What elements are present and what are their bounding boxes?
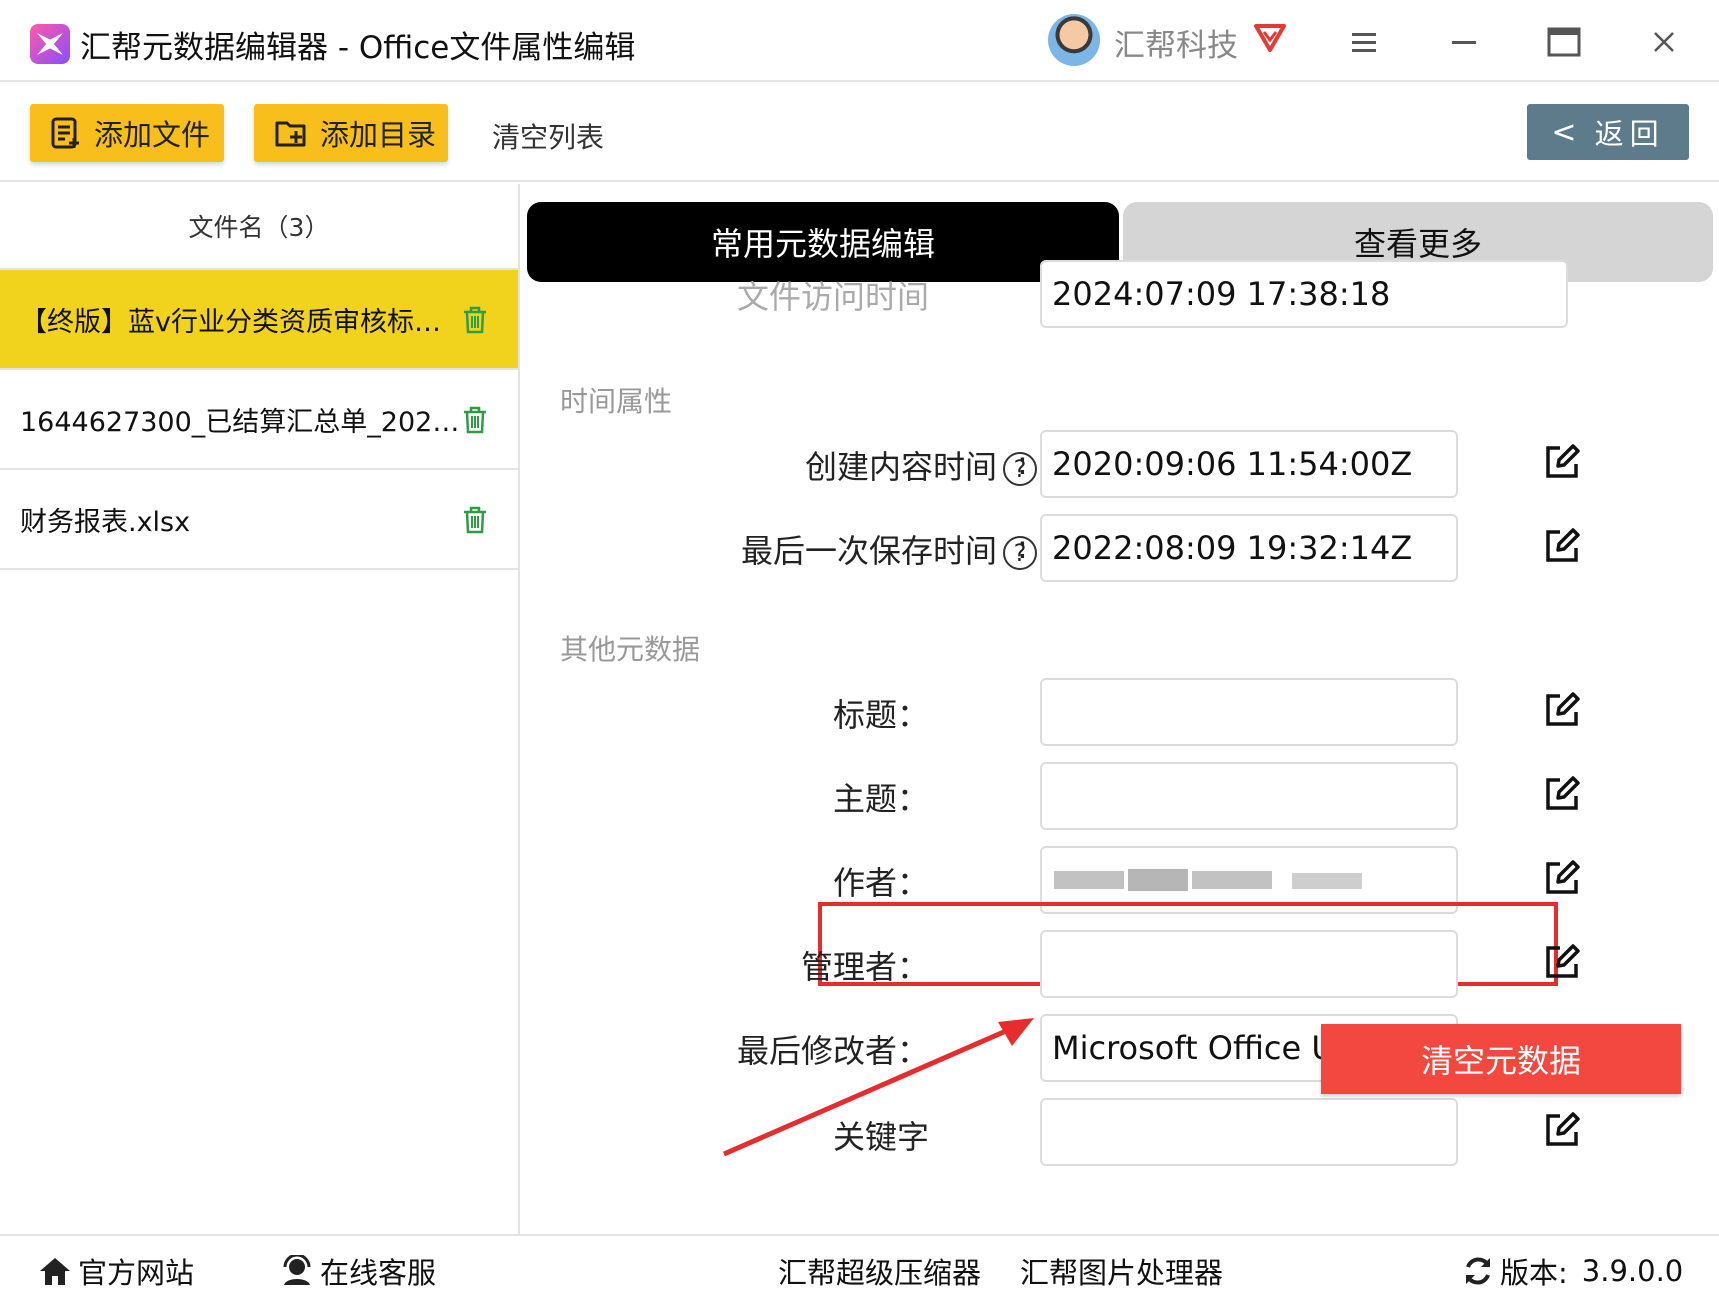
title-label: 标题：	[832, 696, 929, 734]
close-icon	[1654, 32, 1674, 52]
minimize-icon	[1452, 41, 1476, 44]
hamburger-icon	[1352, 33, 1376, 52]
access-time-field[interactable]: 2024:07:09 17:38:18	[1040, 260, 1568, 328]
home-icon	[40, 1258, 70, 1285]
tab-common-metadata[interactable]: 常用元数据编辑	[527, 202, 1119, 282]
toolbar: 添加文件 添加目录 清空列表 < 返回	[0, 84, 1719, 182]
clear-list-button[interactable]: 清空列表	[492, 116, 604, 156]
file-name: 【终版】蓝v行业分类资质审核标准-2024.xlsx	[20, 306, 460, 338]
time-section-title: 时间属性	[560, 385, 673, 418]
file-list-panel: 文件名（3） 【终版】蓝v行业分类资质审核标准-2024.xlsx 164462…	[0, 184, 520, 1234]
back-label: 返回	[1594, 117, 1665, 151]
trash-icon[interactable]	[462, 306, 488, 334]
version-label: 版本:	[1500, 1256, 1568, 1290]
edit-icon[interactable]	[1542, 774, 1582, 814]
add-file-label: 添加文件	[94, 118, 211, 152]
version-info: 版本: 3.9.0.0	[1462, 1250, 1683, 1292]
vip-diamond-icon[interactable]	[1252, 22, 1288, 54]
edit-icon[interactable]	[1542, 942, 1582, 982]
edit-icon[interactable]	[1542, 526, 1582, 566]
last-saved-time-colon: :	[1017, 528, 1028, 566]
created-time-colon: :	[1017, 444, 1028, 482]
title-bar: 汇帮元数据编辑器 - Office文件属性编辑 汇帮科技	[0, 0, 1719, 82]
add-directory-label: 添加目录	[320, 118, 437, 152]
online-support-link[interactable]: 在线客服	[280, 1250, 436, 1292]
customer-service-icon	[283, 1255, 311, 1285]
compressor-link[interactable]: 汇帮超级压缩器	[778, 1250, 981, 1292]
app-logo-icon	[30, 24, 70, 64]
created-time-label-text: 创建内容时间	[804, 448, 997, 486]
version-number: 3.9.0.0	[1581, 1254, 1684, 1288]
keywords-field[interactable]	[1040, 1098, 1458, 1166]
add-folder-icon	[275, 121, 306, 147]
created-time-field[interactable]: 2020:09:06 11:54:00Z	[1040, 430, 1458, 498]
maximize-icon	[1547, 27, 1581, 57]
user-name[interactable]: 汇帮科技	[1114, 20, 1238, 65]
add-directory-button[interactable]: 添加目录	[254, 104, 448, 162]
author-label: 作者：	[832, 864, 929, 902]
image-tool-link[interactable]: 汇帮图片处理器	[1020, 1250, 1223, 1292]
back-button[interactable]: < 返回	[1527, 104, 1689, 160]
minimize-button[interactable]	[1442, 20, 1486, 64]
title-field[interactable]	[1040, 678, 1458, 746]
file-list-header: 文件名（3）	[0, 184, 518, 270]
access-time-label: 文件访问时间	[736, 278, 929, 316]
created-time-label: 创建内容时间?	[805, 442, 1037, 488]
trash-icon[interactable]	[462, 406, 488, 434]
online-support-label: 在线客服	[320, 1256, 437, 1290]
maximize-button[interactable]	[1542, 20, 1586, 64]
last-saved-time-label: 最后一次保存时间?	[741, 526, 1037, 572]
file-row[interactable]: 1644627300_已结算汇总单_2024.xlsx	[0, 370, 518, 470]
edit-icon[interactable]	[1542, 858, 1582, 898]
clear-metadata-button[interactable]: 清空元数据	[1321, 1024, 1681, 1094]
window-title: 汇帮元数据编辑器 - Office文件属性编辑	[80, 30, 636, 66]
last-saved-time-label-text: 最后一次保存时间	[740, 532, 997, 570]
keywords-label: 关键字	[832, 1118, 929, 1156]
last-saved-time-field[interactable]: 2022:08:09 19:32:14Z	[1040, 514, 1458, 582]
official-website-label: 官方网站	[78, 1256, 195, 1290]
metadata-editor-panel: 常用元数据编辑 查看更多 文件访问时间 2024:07:09 17:38:18 …	[522, 184, 1719, 1234]
manager-label: 管理者：	[800, 948, 929, 986]
manager-field[interactable]	[1040, 930, 1458, 998]
footer-bar: 官方网站 在线客服 汇帮超级压缩器 汇帮图片处理器 版本: 3.9.0.0	[0, 1234, 1719, 1299]
last-modifier-label: 最后修改者：	[736, 1032, 929, 1070]
edit-icon[interactable]	[1542, 442, 1582, 482]
redacted-author-value	[1054, 869, 1362, 891]
edit-icon[interactable]	[1542, 690, 1582, 730]
add-file-button[interactable]: 添加文件	[30, 104, 224, 162]
chevron-left-icon: <	[1551, 114, 1577, 150]
app-window: 汇帮元数据编辑器 - Office文件属性编辑 汇帮科技 添加文件 添加目录 清…	[0, 0, 1719, 1299]
close-button[interactable]	[1642, 20, 1686, 64]
add-file-icon	[51, 117, 79, 149]
refresh-icon[interactable]	[1462, 1255, 1494, 1287]
file-row[interactable]: 【终版】蓝v行业分类资质审核标准-2024.xlsx	[0, 270, 518, 370]
file-name: 财务报表.xlsx	[20, 506, 191, 538]
subject-field[interactable]	[1040, 762, 1458, 830]
user-avatar[interactable]	[1048, 14, 1100, 66]
other-metadata-section-title: 其他元数据	[560, 633, 701, 666]
file-name: 1644627300_已结算汇总单_2024.xlsx	[20, 406, 460, 438]
official-website-link[interactable]: 官方网站	[38, 1250, 194, 1292]
edit-icon[interactable]	[1542, 1110, 1582, 1150]
trash-icon[interactable]	[462, 506, 488, 534]
subject-label: 主题：	[832, 780, 929, 818]
menu-button[interactable]	[1342, 20, 1386, 64]
file-row[interactable]: 财务报表.xlsx	[0, 470, 518, 570]
